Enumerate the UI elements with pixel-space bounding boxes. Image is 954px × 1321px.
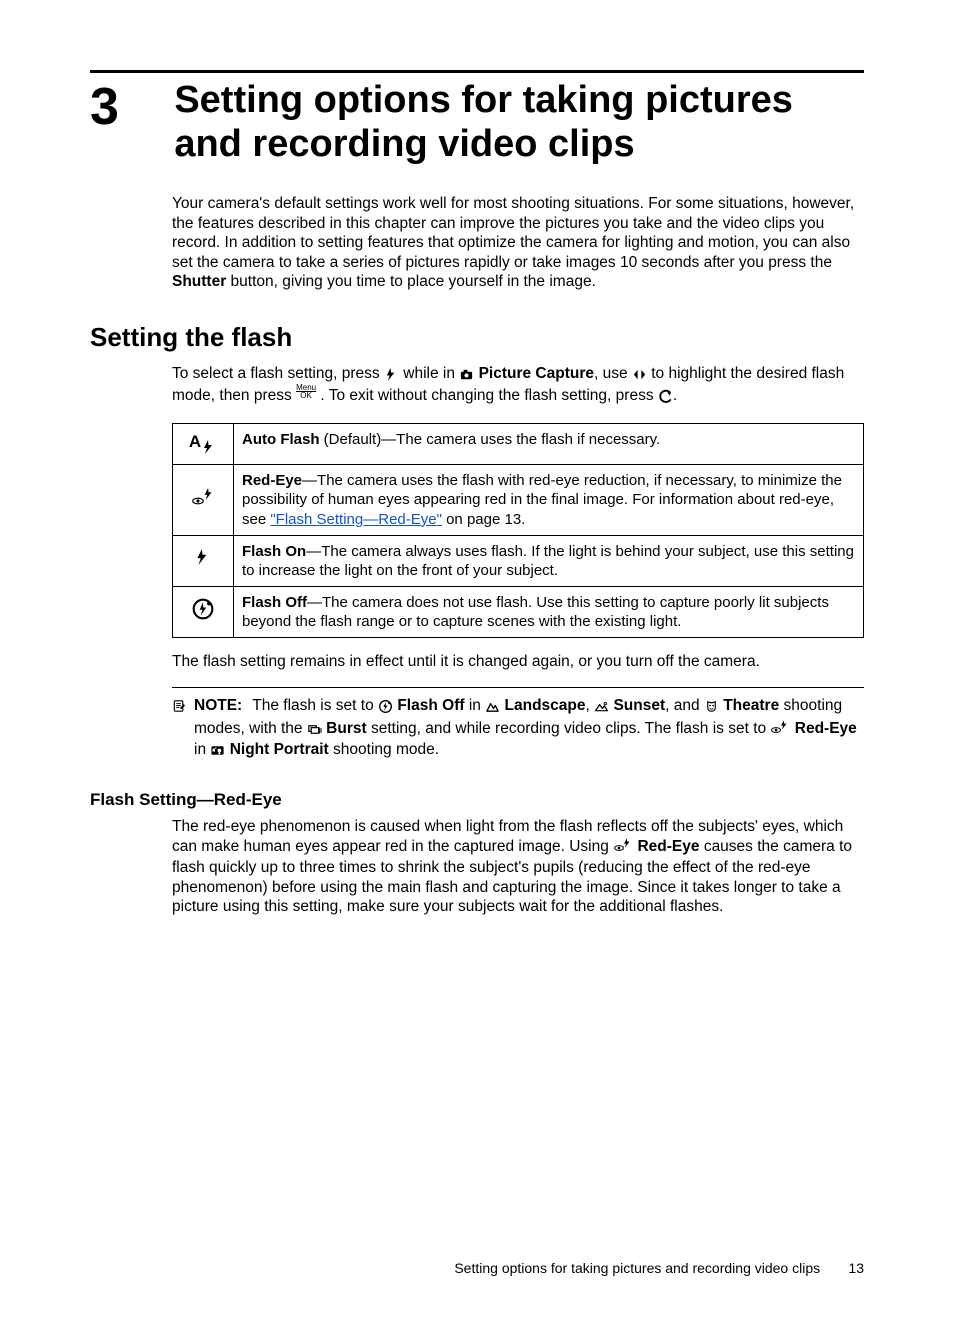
text: while in	[403, 365, 459, 382]
option-label: Auto Flash	[242, 431, 320, 448]
shutter-label: Shutter	[172, 273, 226, 290]
back-icon	[658, 388, 673, 407]
flash-off-icon	[173, 587, 234, 638]
intro-paragraph: Your camera's default settings work well…	[172, 194, 864, 291]
text: .	[673, 387, 677, 404]
sunset-icon	[594, 698, 609, 717]
page-number: 13	[824, 1260, 864, 1278]
text: . To exit without changing the flash set…	[320, 387, 657, 404]
option-label: Flash Off	[242, 594, 307, 611]
chapter-header: 3 Setting options for taking pictures an…	[90, 75, 864, 166]
burst-icon	[307, 721, 322, 740]
table-row: Flash On—The camera always uses flash. I…	[173, 535, 864, 586]
flash-options-table: A Auto Flash (Default)—The camera uses t…	[172, 423, 864, 638]
red-eye-label: Red-Eye	[637, 838, 699, 855]
page: 3 Setting options for taking pictures an…	[0, 0, 954, 1321]
note-block: NOTE: The flash is set to Flash Off in L…	[172, 687, 864, 761]
table-row: Flash Off—The camera does not use flash.…	[173, 587, 864, 638]
picture-capture-label: Picture Capture	[479, 365, 594, 382]
after-table-note: The flash setting remains in effect unti…	[172, 652, 864, 671]
option-label: Red-Eye	[242, 472, 302, 489]
option-desc: —The camera always uses flash. If the li…	[242, 543, 854, 579]
chapter-number: 3	[90, 75, 170, 140]
text: shooting mode.	[333, 741, 439, 758]
cell: Auto Flash (Default)—The camera uses the…	[234, 424, 864, 465]
landscape-icon	[485, 698, 500, 717]
text: setting, and while recording video clips…	[371, 720, 770, 737]
top-rule	[90, 70, 864, 73]
option-desc: (Default)—The camera uses the flash if n…	[320, 431, 661, 448]
text: Your camera's default settings work well…	[172, 195, 854, 270]
red-eye-icon	[613, 836, 633, 858]
red-eye-icon	[173, 465, 234, 536]
text: The flash is set to	[252, 697, 378, 714]
camera-icon	[459, 366, 474, 385]
text: To select a flash setting, press	[172, 365, 384, 382]
section-heading-flash: Setting the flash	[90, 321, 864, 354]
sunset-label: Sunset	[613, 697, 665, 714]
left-right-icon	[632, 366, 647, 385]
night-portrait-icon	[210, 742, 225, 761]
theatre-icon	[704, 698, 719, 717]
landscape-label: Landscape	[505, 697, 586, 714]
text: , and	[665, 697, 704, 714]
chapter-title: Setting options for taking pictures and …	[174, 79, 863, 166]
cell: Flash Off—The camera does not use flash.…	[234, 587, 864, 638]
note-label: NOTE:	[194, 697, 248, 714]
flash-icon	[384, 366, 399, 385]
subsection-heading-redeye: Flash Setting—Red-Eye	[90, 789, 864, 810]
flash-options-table-wrap: A Auto Flash (Default)—The camera uses t…	[172, 423, 864, 638]
flash-instructions: To select a flash setting, press while i…	[172, 364, 864, 408]
flash-off-label: Flash Off	[397, 697, 464, 714]
menu-ok-icon: MenuOK	[296, 384, 316, 400]
flash-on-icon	[173, 535, 234, 586]
text: , use	[594, 365, 632, 382]
red-eye-icon	[770, 718, 790, 740]
text: in	[469, 697, 485, 714]
burst-label: Burst	[326, 720, 366, 737]
cell: Flash On—The camera always uses flash. I…	[234, 535, 864, 586]
footer-text: Setting options for taking pictures and …	[454, 1260, 820, 1276]
night-portrait-label: Night Portrait	[230, 741, 329, 758]
page-footer: Setting options for taking pictures and …	[454, 1260, 864, 1278]
cell: Red-Eye—The camera uses the flash with r…	[234, 465, 864, 536]
red-eye-link[interactable]: "Flash Setting—Red-Eye"	[270, 511, 442, 528]
text: ,	[586, 697, 595, 714]
text: button, giving you time to place yoursel…	[226, 273, 596, 290]
option-desc: —The camera does not use flash. Use this…	[242, 594, 829, 630]
redeye-paragraph: The red-eye phenomenon is caused when li…	[172, 817, 864, 917]
text: in	[194, 741, 210, 758]
option-label: Flash On	[242, 543, 306, 560]
theatre-label: Theatre	[723, 697, 779, 714]
text: on page 13.	[442, 511, 525, 528]
flash-off-icon	[378, 698, 393, 717]
red-eye-label: Red-Eye	[795, 720, 857, 737]
note-icon	[172, 696, 194, 761]
note-text: NOTE: The flash is set to Flash Off in L…	[194, 696, 864, 761]
auto-flash-icon: A	[173, 424, 234, 465]
table-row: A Auto Flash (Default)—The camera uses t…	[173, 424, 864, 465]
table-row: Red-Eye—The camera uses the flash with r…	[173, 465, 864, 536]
